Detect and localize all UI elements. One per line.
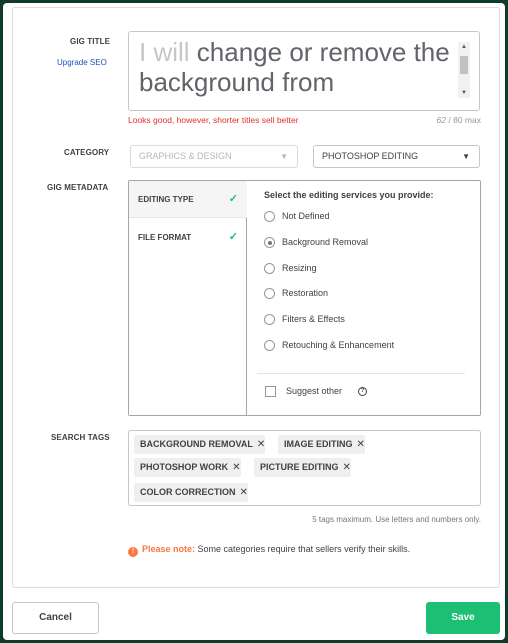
tag-label: PICTURE EDITING <box>260 462 339 472</box>
tag-chip: PICTURE EDITING ✕ <box>254 458 351 477</box>
tag-chip: BACKGROUND REMOVAL ✕ <box>134 435 266 454</box>
subcategory-select[interactable]: PHOTOSHOP EDITING ▼ <box>313 145 480 168</box>
warning-icon: ! <box>128 547 138 557</box>
editing-services-question: Select the editing services you provide: <box>264 190 434 200</box>
save-button[interactable]: Save <box>426 602 500 634</box>
suggest-other-label[interactable]: Suggest other <box>286 386 342 396</box>
tag-label: COLOR CORRECTION <box>140 487 236 497</box>
option-label: Filters & Effects <box>282 314 345 324</box>
note-strong: Please note: <box>142 544 196 554</box>
option-label: Background Removal <box>282 237 369 247</box>
scroll-up-icon[interactable]: ▲ <box>461 44 467 50</box>
upgrade-seo-link[interactable]: Upgrade SEO <box>57 58 107 67</box>
radio-button[interactable] <box>264 288 275 299</box>
gig-title-textarea[interactable]: I will change or remove the background f… <box>128 31 480 111</box>
tab-file-format[interactable]: FILE FORMAT ✓ <box>129 219 247 256</box>
option-label: Not Defined <box>282 211 330 221</box>
close-icon[interactable]: ✕ <box>232 462 240 473</box>
divider <box>257 373 465 374</box>
option-label: Retouching & Enhancement <box>282 340 395 350</box>
radio-button[interactable] <box>264 263 275 274</box>
chevron-down-icon: ▼ <box>280 152 288 161</box>
category-value: GRAPHICS & DESIGN <box>139 151 232 161</box>
subcategory-value: PHOTOSHOP EDITING <box>322 151 419 161</box>
tab-label: FILE FORMAT <box>138 233 192 242</box>
gig-metadata-label: GIG METADATA <box>47 183 109 192</box>
scrollbar-thumb[interactable] <box>460 56 468 74</box>
tag-label: IMAGE EDITING <box>284 439 353 449</box>
tag-chip: COLOR CORRECTION ✕ <box>134 483 248 502</box>
tag-chip: PHOTOSHOP WORK ✕ <box>134 458 241 477</box>
tab-label: EDITING TYPE <box>138 195 194 204</box>
close-icon[interactable]: ✕ <box>343 462 351 473</box>
search-tags-label: SEARCH TAGS <box>51 433 110 442</box>
tag-label: PHOTOSHOP WORK <box>140 462 229 472</box>
checkmark-icon: ✓ <box>228 231 238 243</box>
suggest-other-checkbox[interactable] <box>265 386 276 397</box>
question-circle-icon[interactable]: ? <box>358 387 367 396</box>
checkmark-icon: ✓ <box>228 193 238 205</box>
verification-note: ! Please note: Some categories require th… <box>128 544 410 557</box>
radio-button[interactable] <box>264 314 275 325</box>
char-count-current: 62 <box>436 115 447 125</box>
radio-button[interactable] <box>264 340 275 351</box>
category-label: CATEGORY <box>64 148 110 157</box>
gig-title-label: GIG TITLE <box>70 37 111 46</box>
metadata-tabs: EDITING TYPE ✓ FILE FORMAT ✓ <box>129 181 247 415</box>
tag-chip: IMAGE EDITING ✕ <box>278 435 365 454</box>
tab-editing-type[interactable]: EDITING TYPE ✓ <box>129 181 247 218</box>
option-label: Resizing <box>282 263 317 273</box>
char-count-max: / 80 max <box>448 115 481 125</box>
close-icon[interactable]: ✕ <box>257 439 265 450</box>
title-hint: Looks good, however, shorter titles sell… <box>128 115 299 125</box>
close-icon[interactable]: ✕ <box>357 439 365 450</box>
textarea-scrollbar[interactable]: ▲ ▼ <box>458 42 470 98</box>
title-prefix: I will <box>139 37 190 67</box>
radio-button-selected[interactable] <box>264 237 275 248</box>
chevron-down-icon: ▼ <box>462 152 470 161</box>
overview-form-card: GIG TITLE Upgrade SEO I will change or r… <box>12 7 500 588</box>
radio-button[interactable] <box>264 211 275 222</box>
note-text: Some categories require that sellers ver… <box>195 544 411 554</box>
tags-hint: 5 tags maximum. Use letters and numbers … <box>312 515 481 524</box>
metadata-panel: EDITING TYPE ✓ FILE FORMAT ✓ Select the … <box>128 180 481 416</box>
title-char-count: 62 / 80 max <box>437 115 481 125</box>
close-icon[interactable]: ✕ <box>240 487 248 498</box>
cancel-button[interactable]: Cancel <box>12 602 99 634</box>
category-select[interactable]: GRAPHICS & DESIGN ▼ <box>130 145 298 168</box>
search-tags-input[interactable]: BACKGROUND REMOVAL ✕ IMAGE EDITING ✕ PHOTO… <box>128 430 481 506</box>
tag-label: BACKGROUND REMOVAL <box>140 439 253 449</box>
scroll-down-icon[interactable]: ▼ <box>461 90 467 96</box>
option-label: Restoration <box>282 288 329 298</box>
